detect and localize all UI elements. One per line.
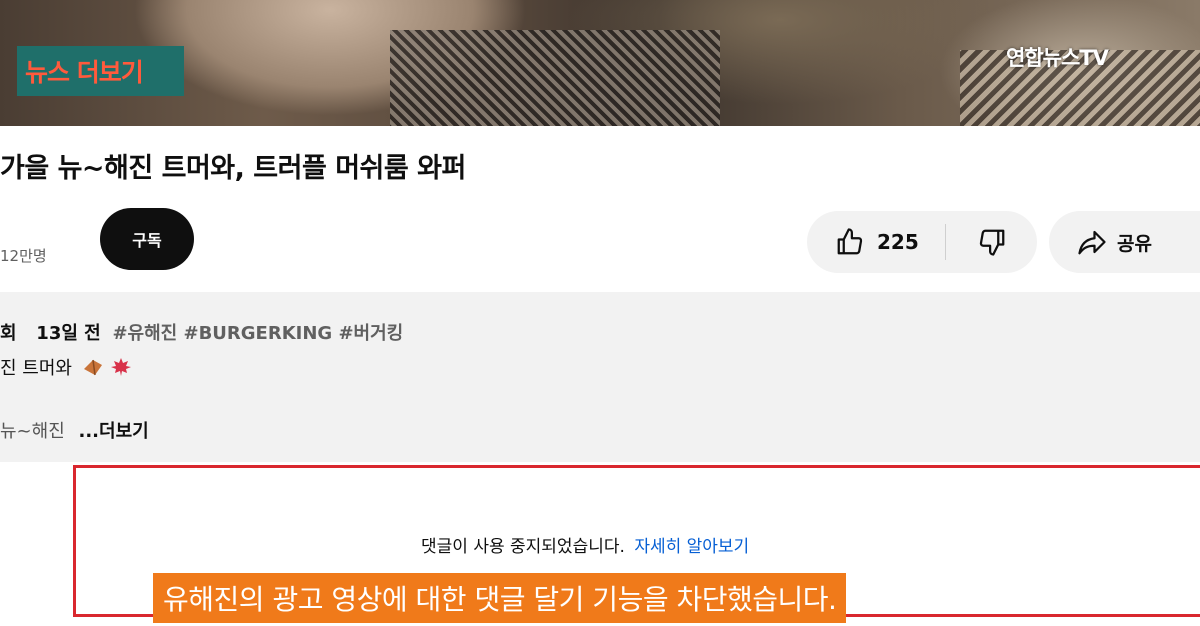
news-caption: 유해진의 광고 영상에 대한 댓글 달기 기능을 차단했습니다.	[153, 573, 847, 623]
description-line-1: 진 트머와	[0, 354, 132, 380]
video-frame-plaid-jacket	[390, 30, 720, 126]
description-text-1: 진 트머와	[0, 358, 72, 379]
thumbs-down-icon	[977, 227, 1007, 257]
like-button[interactable]: 225	[807, 211, 945, 273]
maple-leaf-icon	[110, 357, 132, 377]
thumbs-up-icon	[835, 227, 865, 257]
comments-disabled-text: 댓글이 사용 중지되었습니다.	[421, 537, 625, 557]
leaf-emoji-icon	[82, 357, 104, 377]
dislike-button[interactable]	[946, 211, 1037, 273]
share-label: 공유	[1117, 232, 1152, 255]
subscribe-button[interactable]: 구독	[100, 208, 194, 270]
view-count-suffix: 회	[0, 323, 17, 344]
news-more-label: 뉴스 더보기	[25, 58, 144, 87]
upload-date: 13일 전	[36, 323, 101, 344]
description-text-3: 뉴~해진	[0, 421, 65, 442]
news-more-banner[interactable]: 뉴스 더보기	[17, 46, 184, 96]
comments-disabled-message: 댓글이 사용 중지되었습니다. 자세히 알아보기	[421, 532, 749, 557]
share-arrow-icon	[1077, 227, 1107, 257]
hashtags[interactable]: #유해진 #BURGERKING #버거킹	[112, 323, 403, 344]
like-count: 225	[877, 230, 919, 254]
video-title: 가을 뉴~해진 트머와, 트러플 머쉬룸 와퍼	[0, 153, 466, 184]
like-dislike-group: 225	[807, 211, 1037, 273]
description-box[interactable]: 회 13일 전 #유해진 #BURGERKING #버거킹 진 트머와 뉴~해진…	[0, 292, 1200, 462]
description-meta: 회 13일 전 #유해진 #BURGERKING #버거킹	[0, 319, 403, 345]
description-line-3: 뉴~해진 ...더보기	[0, 417, 149, 443]
share-button[interactable]: 공유	[1049, 211, 1200, 273]
video-player-frame[interactable]: 뉴스 더보기 연합뉴스TV	[0, 0, 1200, 126]
broadcaster-logo: 연합뉴스TV	[1006, 46, 1109, 70]
learn-more-link[interactable]: 자세히 알아보기	[634, 537, 749, 557]
subscriber-count: 12만명	[0, 247, 47, 265]
show-more-link[interactable]: ...더보기	[79, 421, 149, 442]
